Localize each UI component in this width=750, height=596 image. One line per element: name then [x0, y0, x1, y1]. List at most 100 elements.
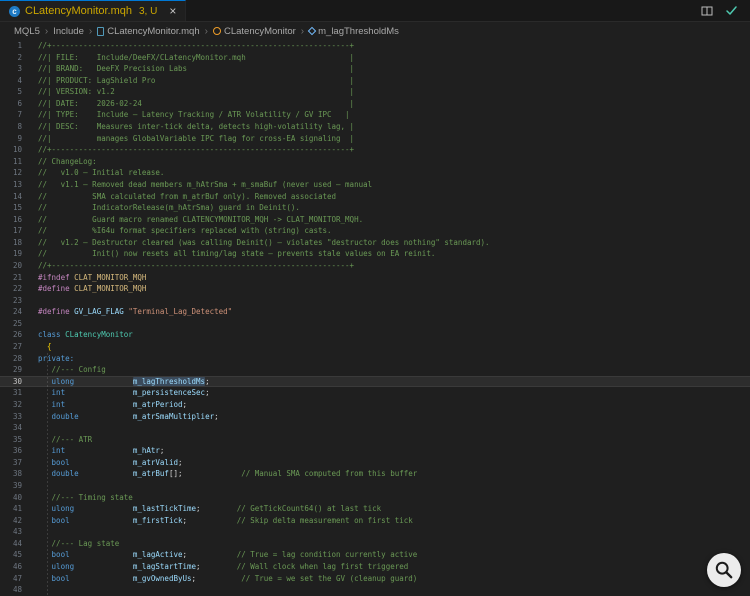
line-number[interactable]: 36: [0, 445, 32, 457]
code-line[interactable]: 6//| DATE: 2026-02-24 |: [0, 98, 750, 110]
line-number[interactable]: 32: [0, 399, 32, 411]
code-line[interactable]: 26class CLatencyMonitor: [0, 329, 750, 341]
code-line[interactable]: 28private:: [0, 353, 750, 365]
line-number[interactable]: 7: [0, 109, 32, 121]
code-line[interactable]: 45 bool m_lagActive; // True = lag condi…: [0, 549, 750, 561]
code-line[interactable]: 36 int m_hAtr;: [0, 445, 750, 457]
close-icon[interactable]: ×: [169, 5, 176, 17]
code-line[interactable]: 15// IndicatorRelease(m_hAtrSma) guard i…: [0, 202, 750, 214]
line-number[interactable]: 2: [0, 52, 32, 64]
code-line[interactable]: 31 int m_persistenceSec;: [0, 387, 750, 399]
line-number[interactable]: 8: [0, 121, 32, 133]
line-number[interactable]: 35: [0, 434, 32, 446]
code-line[interactable]: 9//| manages GlobalVariable IPC flag for…: [0, 133, 750, 145]
line-number[interactable]: 10: [0, 144, 32, 156]
line-number[interactable]: 25: [0, 318, 32, 330]
code-line[interactable]: 11// ChangeLog:: [0, 156, 750, 168]
code-line[interactable]: 7//| TYPE: Include — Latency Tracking / …: [0, 109, 750, 121]
code-line[interactable]: 16// Guard macro renamed CLATENCYMONITOR…: [0, 214, 750, 226]
code-line[interactable]: 5//| VERSION: v1.2 |: [0, 86, 750, 98]
line-number[interactable]: 24: [0, 306, 32, 318]
code-line[interactable]: 1//+------------------------------------…: [0, 40, 750, 52]
line-number[interactable]: 20: [0, 260, 32, 272]
code-line[interactable]: 35 //--- ATR: [0, 434, 750, 446]
code-line[interactable]: 4//| PRODUCT: LagShield Pro |: [0, 75, 750, 87]
code-line[interactable]: 13// v1.1 — Removed dead members m_hAtrS…: [0, 179, 750, 191]
code-line[interactable]: 32 int m_atrPeriod;: [0, 399, 750, 411]
code-line[interactable]: 44 //--- Lag state: [0, 538, 750, 550]
line-number[interactable]: 37: [0, 457, 32, 469]
line-number[interactable]: 33: [0, 411, 32, 423]
code-editor[interactable]: 1//+------------------------------------…: [0, 40, 750, 596]
line-number[interactable]: 38: [0, 468, 32, 480]
line-number[interactable]: 26: [0, 329, 32, 341]
line-number[interactable]: 48: [0, 584, 32, 596]
line-number[interactable]: 43: [0, 526, 32, 538]
line-number[interactable]: 29: [0, 364, 32, 376]
code-line[interactable]: 12// v1.0 — Initial release.: [0, 167, 750, 179]
line-number[interactable]: 46: [0, 561, 32, 573]
breadcrumb-item-include[interactable]: Include: [53, 26, 84, 37]
line-number[interactable]: 12: [0, 167, 32, 179]
breadcrumb-item-m-lagthresholdms[interactable]: m_lagThresholdMs: [309, 26, 399, 37]
line-number[interactable]: 11: [0, 156, 32, 168]
magnifier-button[interactable]: [707, 553, 741, 587]
line-number[interactable]: 47: [0, 573, 32, 585]
code-line[interactable]: 25: [0, 318, 750, 330]
line-number[interactable]: 14: [0, 191, 32, 203]
code-line[interactable]: 46 ulong m_lagStartTime; // Wall clock w…: [0, 561, 750, 573]
code-line[interactable]: 39: [0, 480, 750, 492]
line-number[interactable]: 27: [0, 341, 32, 353]
line-number[interactable]: 23: [0, 295, 32, 307]
code-line[interactable]: 34: [0, 422, 750, 434]
line-number[interactable]: 19: [0, 248, 32, 260]
code-line[interactable]: 2//| FILE: Include/DeeFX/CLatencyMonitor…: [0, 52, 750, 64]
code-line[interactable]: 38 double m_atrBuf[]; // Manual SMA comp…: [0, 468, 750, 480]
line-number[interactable]: 1: [0, 40, 32, 52]
code-line[interactable]: 18// v1.2 — Destructor cleared (was call…: [0, 237, 750, 249]
line-number[interactable]: 4: [0, 75, 32, 87]
line-number[interactable]: 40: [0, 492, 32, 504]
code-line[interactable]: 17// %I64u format specifiers replaced wi…: [0, 225, 750, 237]
line-number[interactable]: 22: [0, 283, 32, 295]
line-number[interactable]: 34: [0, 422, 32, 434]
line-number[interactable]: 39: [0, 480, 32, 492]
code-line[interactable]: 24#define GV_LAG_FLAG "Terminal_Lag_Dete…: [0, 306, 750, 318]
line-number[interactable]: 21: [0, 272, 32, 284]
line-number[interactable]: 45: [0, 549, 32, 561]
code-line[interactable]: 41 ulong m_lastTickTime; // GetTickCount…: [0, 503, 750, 515]
code-line[interactable]: 29 //--- Config: [0, 364, 750, 376]
code-line[interactable]: 48: [0, 584, 750, 596]
line-number[interactable]: 30: [0, 376, 32, 388]
compile-check-icon[interactable]: [725, 4, 738, 17]
code-line[interactable]: 10//+-----------------------------------…: [0, 144, 750, 156]
code-line[interactable]: 47 bool m_gvOwnedByUs; // True = we set …: [0, 573, 750, 585]
code-line[interactable]: 19// Init() now resets all timing/lag st…: [0, 248, 750, 260]
code-line[interactable]: 42 bool m_firstTick; // Skip delta measu…: [0, 515, 750, 527]
line-number[interactable]: 9: [0, 133, 32, 145]
line-number[interactable]: 17: [0, 225, 32, 237]
code-line[interactable]: 22#define CLAT_MONITOR_MQH: [0, 283, 750, 295]
breadcrumb-item-clatencymonitor-mqh[interactable]: CLatencyMonitor.mqh: [97, 26, 199, 37]
line-number[interactable]: 6: [0, 98, 32, 110]
split-editor-icon[interactable]: [701, 5, 713, 17]
breadcrumb-item-mql5[interactable]: MQL5: [14, 26, 40, 37]
code-line[interactable]: 20//+-----------------------------------…: [0, 260, 750, 272]
tab-clatencymonitor-mqh[interactable]: c CLatencyMonitor.mqh 3, U ×: [0, 0, 186, 21]
code-line[interactable]: 3//| BRAND: DeeFX Precision Labs |: [0, 63, 750, 75]
line-number[interactable]: 15: [0, 202, 32, 214]
line-number[interactable]: 5: [0, 86, 32, 98]
code-line[interactable]: 27 {: [0, 341, 750, 353]
code-line[interactable]: 33 double m_atrSmaMultiplier;: [0, 411, 750, 423]
breadcrumb-item-clatencymonitor[interactable]: CLatencyMonitor: [213, 26, 296, 37]
line-number[interactable]: 18: [0, 237, 32, 249]
code-line[interactable]: 30 ulong m_lagThresholdMs;: [0, 376, 750, 388]
line-number[interactable]: 16: [0, 214, 32, 226]
line-number[interactable]: 44: [0, 538, 32, 550]
line-number[interactable]: 31: [0, 387, 32, 399]
line-number[interactable]: 28: [0, 353, 32, 365]
code-line[interactable]: 21#ifndef CLAT_MONITOR_MQH: [0, 272, 750, 284]
line-number[interactable]: 41: [0, 503, 32, 515]
code-line[interactable]: 23: [0, 295, 750, 307]
line-number[interactable]: 42: [0, 515, 32, 527]
